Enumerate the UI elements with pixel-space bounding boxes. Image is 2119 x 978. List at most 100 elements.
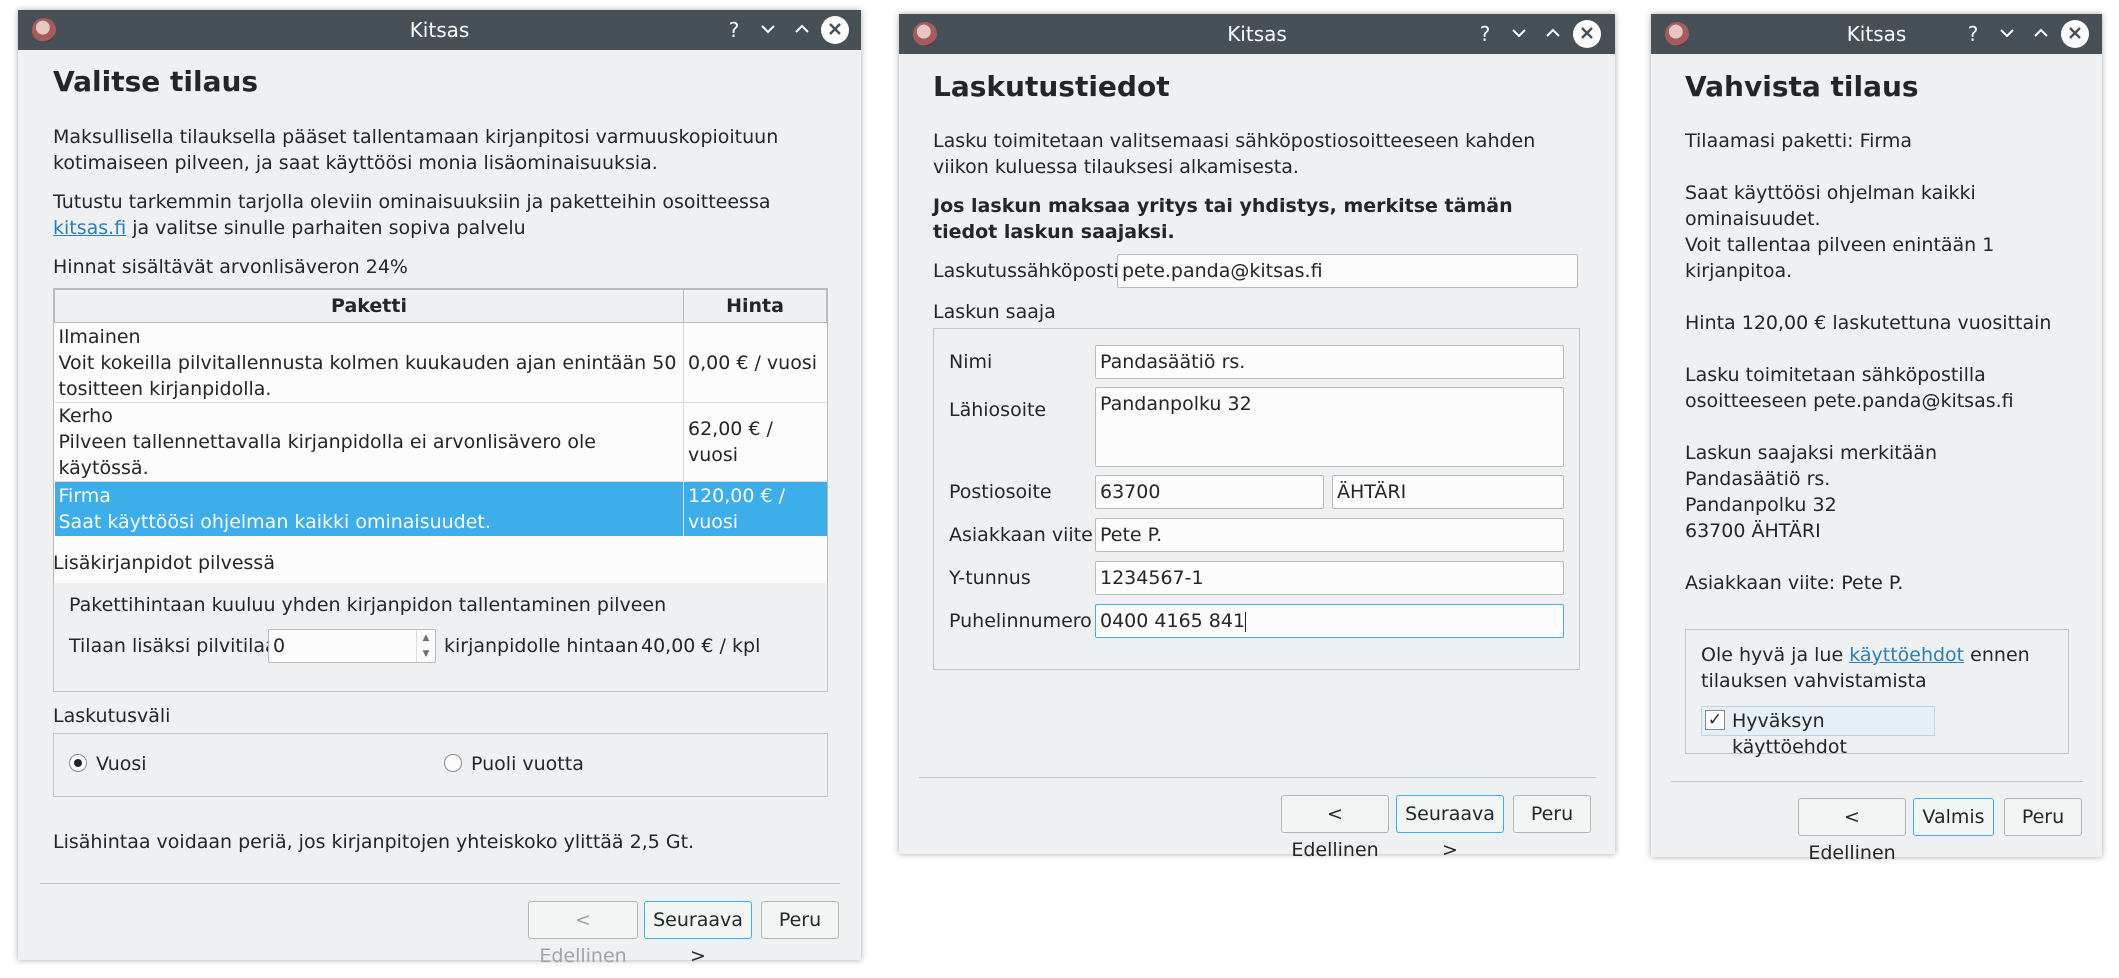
- radio-vuosi-label[interactable]: Vuosi: [96, 751, 147, 777]
- info-text: Tutustu tarkemmin tarjolla oleviin omina…: [53, 189, 843, 241]
- kitsas-app-icon: [1665, 22, 1689, 46]
- summary-line: Tilaamasi paketti: Firma: [1685, 130, 1913, 152]
- summary-line: [1685, 154, 2085, 180]
- maximize-icon[interactable]: [2027, 20, 2055, 48]
- order-summary: Tilaamasi paketti: Firma Saat käyttöösi …: [1685, 128, 2085, 602]
- minimize-icon[interactable]: [754, 16, 782, 44]
- package-price: 120,00 € / vuosi: [683, 481, 827, 536]
- title-bar[interactable]: Kitsas ?: [18, 10, 861, 50]
- extra-storage-title: Lisäkirjanpidot pilvessä: [53, 552, 275, 574]
- cancel-button[interactable]: Peru: [2004, 798, 2082, 836]
- terms-text: Ole hyvä ja lue käyttöehdot ennen tilauk…: [1701, 642, 2061, 694]
- done-button[interactable]: Valmis: [1913, 798, 1994, 836]
- next-button[interactable]: Seuraava >: [1396, 795, 1504, 861]
- terms-text-before: Ole hyvä ja lue: [1701, 644, 1850, 666]
- window-title: Kitsas: [1846, 22, 1907, 46]
- postal-label: Postiosoite: [949, 481, 1052, 503]
- postal-code-field[interactable]: 63700: [1095, 475, 1324, 509]
- window-laskutustiedot: Kitsas ? Laskutustiedot Lasku toimitetaa…: [899, 14, 1615, 861]
- back-button[interactable]: < Edellinen: [528, 901, 638, 967]
- summary-line: osoitteeseen pete.panda@kitsas.fi: [1685, 390, 2014, 412]
- package-name: Firma: [58, 484, 111, 507]
- billing-interval-title: Laskutusväli: [53, 705, 171, 727]
- window-valitse-tilaus: Kitsas ? Valitse tilaus Maksullisella ti…: [18, 10, 861, 967]
- page-title: Valitse tilaus: [53, 65, 259, 98]
- notice-text: Jos laskun maksaa yritys tai yhdistys, m…: [933, 195, 1513, 243]
- radio-selected-dot: [74, 759, 82, 767]
- summary-line: [1685, 544, 2085, 570]
- summary-line: [1685, 336, 2085, 362]
- help-icon[interactable]: ?: [1471, 20, 1499, 48]
- package-price: 0,00 € / vuosi: [683, 322, 827, 403]
- title-bar[interactable]: Kitsas ?: [899, 14, 1615, 54]
- col-header-package[interactable]: Paketti: [54, 289, 684, 323]
- package-cell: Ilmainen Voit kokeilla pilvitallennusta …: [54, 322, 684, 403]
- package-row-kerho[interactable]: Kerho Pilveen tallennettavalla kirjanpid…: [54, 402, 827, 482]
- recipient-title: Laskun saaja: [933, 301, 1056, 323]
- name-field[interactable]: Pandasäätiö rs.: [1095, 345, 1564, 379]
- radio-puoli-vuotta-label[interactable]: Puoli vuotta: [471, 751, 584, 777]
- maximize-icon[interactable]: [788, 16, 816, 44]
- text-cursor: [1245, 611, 1247, 632]
- button-separator: [1671, 781, 2083, 782]
- close-icon[interactable]: [1573, 20, 1601, 48]
- minimize-icon[interactable]: [1993, 20, 2021, 48]
- spin-arrows-icon[interactable]: ▲ ▼: [416, 630, 435, 662]
- reference-label: Asiakkaan viite: [949, 524, 1093, 546]
- extra-order-label: Tilaan lisäksi pilvitilaa: [69, 635, 277, 657]
- package-table: Paketti Hinta Ilmainen Voit kokeilla pil…: [54, 289, 827, 536]
- package-cell: Firma Saat käyttöösi ohjelman kaikki omi…: [54, 481, 684, 536]
- package-desc: Saat käyttöösi ohjelman kaikki ominaisuu…: [58, 510, 491, 533]
- ytunnus-field[interactable]: 1234567-1: [1095, 561, 1564, 595]
- summary-line: Laskun saajaksi merkitään: [1685, 442, 1938, 464]
- extra-storage-spinbox[interactable]: 0 ▲ ▼: [268, 629, 436, 663]
- minimize-icon[interactable]: [1505, 20, 1533, 48]
- address-value: Pandanpolku 32: [1100, 393, 1252, 415]
- summary-line: Pandasäätiö rs.: [1685, 468, 1831, 490]
- package-desc: Voit kokeilla pilvitallennusta kolmen ku…: [58, 351, 677, 400]
- billing-interval-box: Vuosi Puoli vuotta: [53, 733, 828, 797]
- phone-value: 0400 4165 841: [1100, 610, 1246, 632]
- button-separator: [919, 777, 1596, 778]
- button-separator: [40, 883, 840, 884]
- accept-terms-label[interactable]: Hyväksyn käyttöehdot: [1732, 708, 1934, 760]
- kitsas-link[interactable]: kitsas.fi: [53, 217, 126, 239]
- accept-terms-checkbox-row[interactable]: ✓ Hyväksyn käyttöehdot: [1701, 706, 1935, 758]
- package-row-firma[interactable]: Firma Saat käyttöösi ohjelman kaikki omi…: [54, 481, 827, 536]
- intro-text: Lasku toimitetaan valitsemaasi sähköpost…: [933, 130, 1536, 178]
- close-icon[interactable]: [821, 16, 849, 44]
- cancel-button[interactable]: Peru: [761, 901, 839, 939]
- summary-line: Hinta 120,00 € laskutettuna vuosittain: [1685, 312, 2052, 334]
- extra-storage-value: 0: [273, 635, 286, 657]
- summary-line: kirjanpitoa.: [1685, 260, 1793, 282]
- terms-link[interactable]: käyttöehdot: [1849, 644, 1964, 666]
- package-cell: Kerho Pilveen tallennettavalla kirjanpid…: [54, 402, 684, 482]
- window-vahvista-tilaus: Kitsas ? Vahvista tilaus Tilaamasi paket…: [1651, 14, 2102, 864]
- email-field[interactable]: pete.panda@kitsas.fi: [1117, 254, 1578, 288]
- postal-city-field[interactable]: ÄHTÄRI: [1332, 475, 1564, 509]
- help-icon[interactable]: ?: [720, 16, 748, 44]
- radio-puoli-vuotta[interactable]: [444, 754, 462, 772]
- radio-vuosi[interactable]: [69, 754, 87, 772]
- accept-terms-checkbox[interactable]: ✓: [1705, 710, 1725, 730]
- ytunnus-label: Y-tunnus: [949, 567, 1031, 589]
- summary-line: 63700 ÄHTÄRI: [1685, 520, 1821, 542]
- next-button[interactable]: Seuraava >: [644, 901, 752, 967]
- package-name: Ilmainen: [58, 325, 141, 348]
- package-row-ilmainen[interactable]: Ilmainen Voit kokeilla pilvitallennusta …: [54, 322, 827, 403]
- reference-field[interactable]: Pete P.: [1095, 518, 1564, 552]
- phone-field[interactable]: 0400 4165 841: [1095, 604, 1564, 638]
- info-text-after: ja valitse sinulle parhaiten sopiva palv…: [126, 217, 526, 239]
- back-button[interactable]: < Edellinen: [1798, 798, 1906, 864]
- cancel-button[interactable]: Peru: [1513, 795, 1591, 833]
- info-text-before: Tutustu tarkemmin tarjolla oleviin omina…: [53, 191, 771, 213]
- close-icon[interactable]: [2061, 20, 2089, 48]
- help-icon[interactable]: ?: [1959, 20, 1987, 48]
- address-field[interactable]: Pandanpolku 32: [1095, 387, 1564, 467]
- maximize-icon[interactable]: [1539, 20, 1567, 48]
- back-button[interactable]: < Edellinen: [1281, 795, 1389, 861]
- address-label: Lähiosoite: [949, 399, 1047, 421]
- title-bar[interactable]: Kitsas ?: [1651, 14, 2102, 54]
- col-header-price[interactable]: Hinta: [683, 289, 827, 323]
- name-label: Nimi: [949, 351, 993, 373]
